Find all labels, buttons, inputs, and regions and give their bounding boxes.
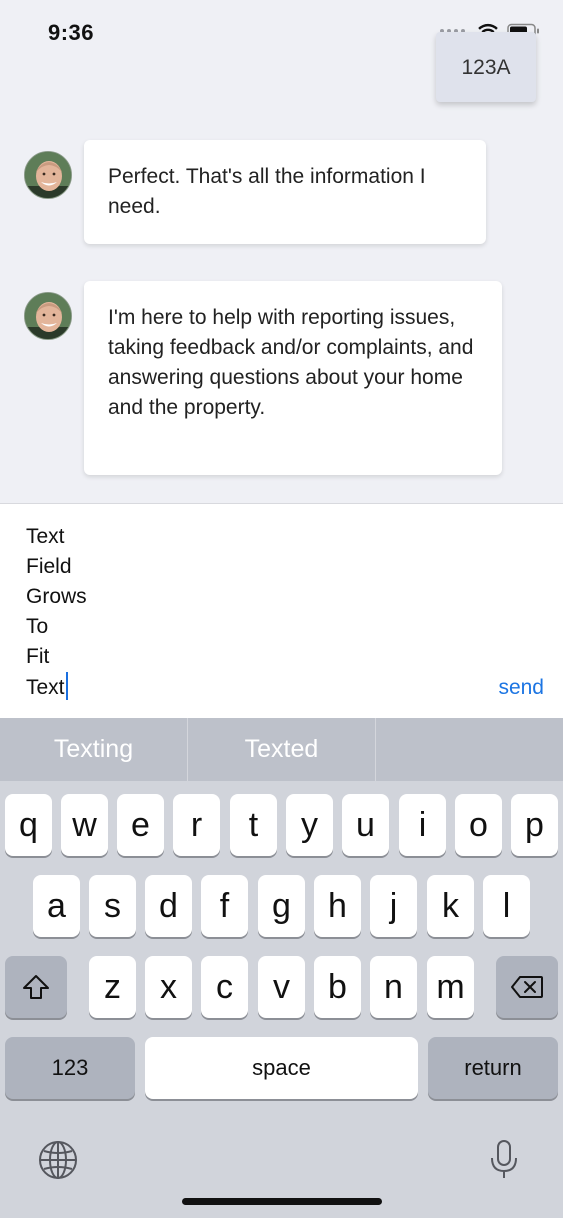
input-line: Field — [26, 555, 72, 578]
key-y[interactable]: y — [286, 794, 333, 856]
key-t[interactable]: t — [230, 794, 277, 856]
key-c[interactable]: c — [201, 956, 248, 1018]
key-k[interactable]: k — [427, 875, 474, 937]
key-v[interactable]: v — [258, 956, 305, 1018]
key-f[interactable]: f — [201, 875, 248, 937]
suggestion-bar: Texting Texted — [0, 718, 563, 781]
key-d[interactable]: d — [145, 875, 192, 937]
message-input[interactable]: Text Field Grows To Fit Text — [26, 522, 87, 702]
input-line: Text — [26, 676, 65, 699]
input-line: Grows — [26, 585, 87, 608]
key-r[interactable]: r — [173, 794, 220, 856]
send-button[interactable]: send — [498, 676, 544, 700]
input-line: To — [26, 615, 49, 638]
input-line: Text — [26, 525, 65, 548]
microphone-button[interactable] — [486, 1138, 522, 1182]
key-u[interactable]: u — [342, 794, 389, 856]
backspace-icon — [511, 976, 543, 998]
message-text: I'm here to help with reporting issues, … — [108, 306, 474, 419]
key-z[interactable]: z — [89, 956, 136, 1018]
key-o[interactable]: o — [455, 794, 502, 856]
key-e[interactable]: e — [117, 794, 164, 856]
input-line-last: Text — [26, 672, 87, 702]
suggestion-2[interactable]: Texted — [187, 718, 375, 781]
keyboard: Texting Texted q w e r t y u i o p a s d… — [0, 718, 563, 1218]
chat-thread: Perfect. That's all the information I ne… — [0, 110, 563, 503]
input-line: Fit — [26, 645, 50, 668]
key-q[interactable]: q — [5, 794, 52, 856]
agent-avatar-image — [25, 152, 71, 198]
avatar — [24, 292, 72, 340]
key-w[interactable]: w — [61, 794, 108, 856]
key-s[interactable]: s — [89, 875, 136, 937]
message-text: Perfect. That's all the information I ne… — [108, 165, 426, 218]
shift-key[interactable] — [5, 956, 67, 1018]
suggestion-3[interactable] — [375, 718, 563, 781]
key-m[interactable]: m — [427, 956, 474, 1018]
message-bubble: I'm here to help with reporting issues, … — [84, 281, 502, 475]
message-bubble: Perfect. That's all the information I ne… — [84, 140, 486, 244]
key-g[interactable]: g — [258, 875, 305, 937]
text-caret — [65, 672, 68, 700]
microphone-icon — [491, 1140, 517, 1178]
key-l[interactable]: l — [483, 875, 530, 937]
unit-badge[interactable]: 123A — [436, 32, 536, 102]
message-composer[interactable]: Text Field Grows To Fit Text send — [0, 503, 563, 718]
globe-button[interactable] — [36, 1138, 80, 1182]
key-x[interactable]: x — [145, 956, 192, 1018]
status-time: 9:36 — [48, 20, 95, 45]
key-j[interactable]: j — [370, 875, 417, 937]
key-i[interactable]: i — [399, 794, 446, 856]
globe-icon — [39, 1141, 77, 1179]
suggestion-1[interactable]: Texting — [0, 718, 187, 781]
key-n[interactable]: n — [370, 956, 417, 1018]
key-b[interactable]: b — [314, 956, 361, 1018]
avatar — [24, 151, 72, 199]
space-key[interactable]: space — [145, 1037, 418, 1099]
home-indicator[interactable] — [182, 1198, 382, 1205]
numbers-key[interactable]: 123 — [5, 1037, 135, 1099]
key-a[interactable]: a — [33, 875, 80, 937]
return-key[interactable]: return — [428, 1037, 558, 1099]
backspace-key[interactable] — [496, 956, 558, 1018]
shift-icon — [23, 975, 49, 999]
key-p[interactable]: p — [511, 794, 558, 856]
agent-avatar-image — [25, 293, 71, 339]
key-h[interactable]: h — [314, 875, 361, 937]
